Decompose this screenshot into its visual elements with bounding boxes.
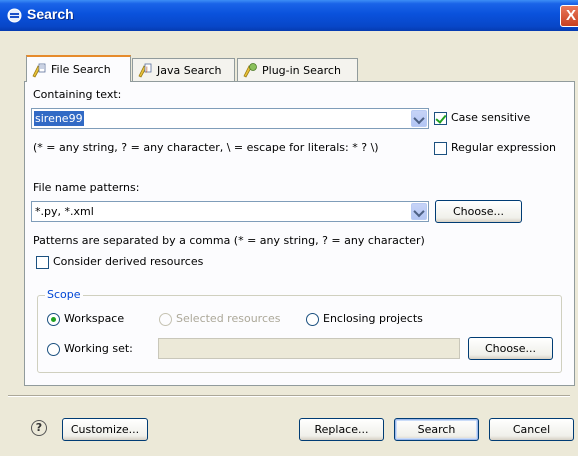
regular-expression-checkbox[interactable] [434, 142, 447, 155]
scope-group-title: Scope [45, 288, 83, 301]
working-set-radio[interactable] [47, 343, 60, 356]
file-name-patterns-value: *.py, *.xml [35, 205, 94, 218]
chevron-down-icon[interactable] [411, 110, 427, 127]
selected-resources-label: Selected resources [176, 312, 281, 325]
scope-group [37, 295, 562, 373]
file-name-patterns-combo[interactable]: *.py, *.xml [31, 201, 429, 222]
search-button[interactable]: Search [394, 418, 479, 441]
chevron-down-icon[interactable] [411, 203, 427, 220]
working-set-input[interactable] [158, 338, 460, 359]
tab-label: Java Search [157, 63, 222, 77]
consider-derived-checkbox[interactable] [36, 256, 49, 269]
window-title: Search [27, 6, 74, 22]
containing-text-value: sirene99 [34, 111, 84, 126]
enclosing-projects-label: Enclosing projects [323, 312, 423, 325]
containing-text-hint: (* = any string, ? = any character, \ = … [33, 141, 379, 154]
cancel-button[interactable]: Cancel [489, 418, 574, 441]
close-icon: X [565, 7, 576, 24]
workspace-radio[interactable] [47, 313, 60, 326]
button-label: Cancel [512, 423, 551, 436]
tab-java-search[interactable]: J Java Search [132, 58, 235, 81]
button-label: Search [417, 423, 456, 436]
footer-separator [8, 395, 570, 397]
button-label: Choose... [452, 205, 505, 218]
containing-text-combo[interactable]: sirene99 [31, 108, 429, 129]
button-label: Replace... [314, 423, 369, 436]
replace-button[interactable]: Replace... [299, 418, 384, 441]
svg-text:J: J [145, 66, 148, 73]
containing-text-label: Containing text: [33, 88, 122, 101]
button-label: Choose... [484, 342, 537, 355]
file-name-patterns-hint: Patterns are separated by a comma (* = a… [33, 234, 425, 247]
file-name-patterns-label: File name patterns: [33, 181, 140, 194]
case-sensitive-checkbox[interactable] [434, 112, 447, 125]
button-label: Customize... [70, 423, 140, 436]
plugin-search-icon [243, 63, 257, 78]
customize-button[interactable]: Customize... [62, 418, 148, 441]
tab-label: Plug-in Search [262, 63, 341, 77]
help-icon[interactable]: ? [31, 420, 47, 436]
close-button[interactable]: X [560, 5, 578, 27]
choose-patterns-button[interactable]: Choose... [435, 200, 522, 223]
tab-plugin-search[interactable]: Plug-in Search [237, 58, 358, 81]
title-bar[interactable]: Search X [0, 0, 578, 31]
file-search-icon [32, 63, 46, 78]
help-glyph: ? [35, 421, 43, 434]
search-dialog: Search X File Search J Java Search Plug-… [0, 0, 578, 456]
case-sensitive-label: Case sensitive [451, 111, 531, 124]
java-search-icon: J [138, 63, 152, 78]
choose-working-set-button[interactable]: Choose... [468, 337, 553, 360]
regular-expression-label: Regular expression [451, 141, 557, 154]
workspace-label: Workspace [64, 312, 125, 325]
search-dialog-icon [7, 8, 22, 23]
selected-resources-radio[interactable] [159, 313, 172, 326]
consider-derived-label: Consider derived resources [53, 255, 204, 268]
tab-label: File Search [51, 63, 111, 76]
tab-file-search[interactable]: File Search [26, 55, 131, 82]
enclosing-projects-radio[interactable] [306, 313, 319, 326]
working-set-label: Working set: [64, 342, 133, 355]
